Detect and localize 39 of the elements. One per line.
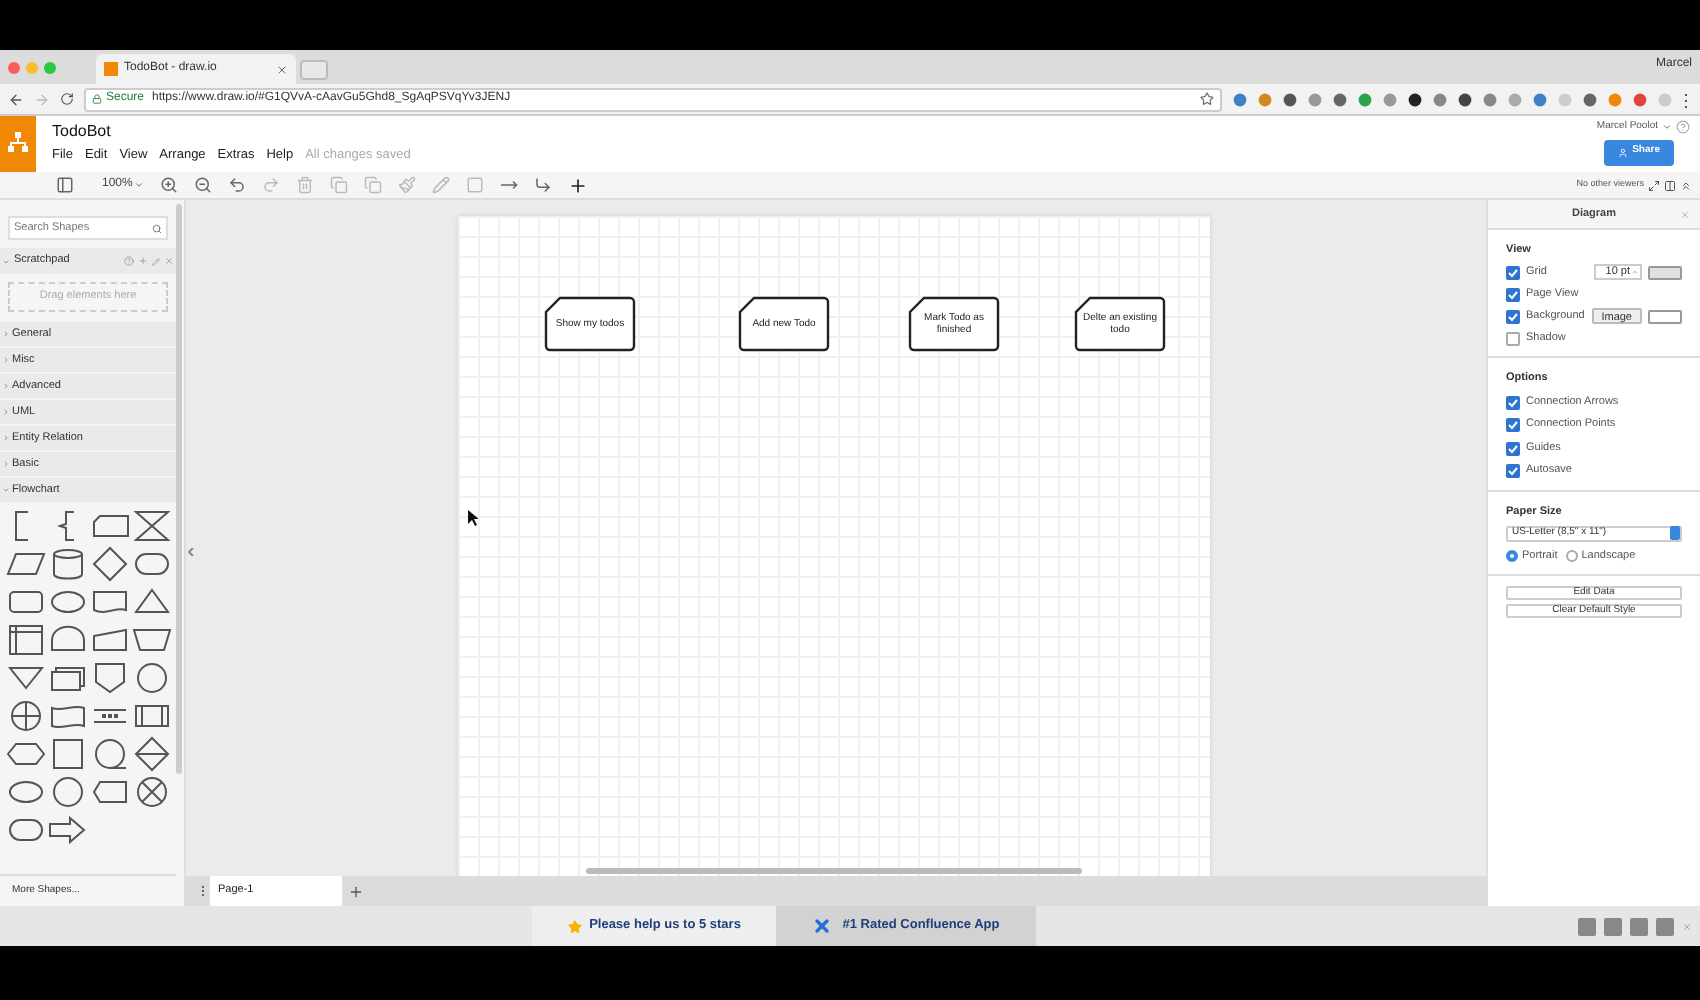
- collate-shape-icon[interactable]: [129, 508, 173, 544]
- user-icon: [1618, 147, 1629, 157]
- undo-icon[interactable]: [228, 176, 247, 194]
- back-icon[interactable]: [8, 91, 24, 107]
- fill-color-icon[interactable]: [398, 176, 417, 194]
- sort-shape-icon[interactable]: [129, 736, 173, 772]
- reload-icon[interactable]: [60, 92, 74, 106]
- format-panel-icon[interactable]: [56, 176, 74, 194]
- radio-button[interactable]: [1565, 549, 1578, 562]
- star-icon: [567, 919, 582, 933]
- horizontal-scrollbar[interactable]: [586, 868, 1082, 874]
- internal-shape-icon[interactable]: [3, 622, 47, 658]
- insert-icon[interactable]: [568, 175, 589, 195]
- confluence-logo-icon: [812, 916, 833, 936]
- close-tab-icon[interactable]: [276, 63, 288, 75]
- pages-menu-icon[interactable]: [196, 884, 210, 898]
- panel-toggle-icon[interactable]: [1664, 179, 1676, 191]
- arrow-shape-icon[interactable]: [45, 812, 89, 848]
- caret-icon[interactable]: [134, 180, 145, 190]
- radio-button[interactable]: [1506, 549, 1518, 562]
- checkbox[interactable]: [1506, 331, 1520, 346]
- line-color-icon[interactable]: [432, 176, 451, 194]
- diamond-shape-icon[interactable]: [87, 546, 131, 582]
- bookmark-star-icon[interactable]: [1200, 92, 1214, 106]
- add-page-icon[interactable]: [348, 883, 364, 899]
- collapse-handle-icon[interactable]: [188, 548, 194, 556]
- extension-icons-drawing[interactable]: [1232, 91, 1692, 107]
- connection-icon[interactable]: [500, 176, 519, 194]
- grid-color-swatch[interactable]: [1648, 265, 1682, 280]
- waypoints-icon[interactable]: [534, 176, 553, 194]
- mouse-cursor-icon: [468, 510, 478, 526]
- zoom-out-icon[interactable]: [194, 176, 213, 194]
- search-icon[interactable]: [152, 223, 162, 233]
- lock-icon: [92, 94, 102, 104]
- diagram-title[interactable]: TodoBot: [52, 120, 411, 142]
- zoom-in-icon[interactable]: [160, 176, 179, 194]
- drawio-logo-icon: [104, 62, 118, 76]
- background-color-swatch[interactable]: [1648, 309, 1682, 324]
- caret-icon[interactable]: [1662, 122, 1672, 133]
